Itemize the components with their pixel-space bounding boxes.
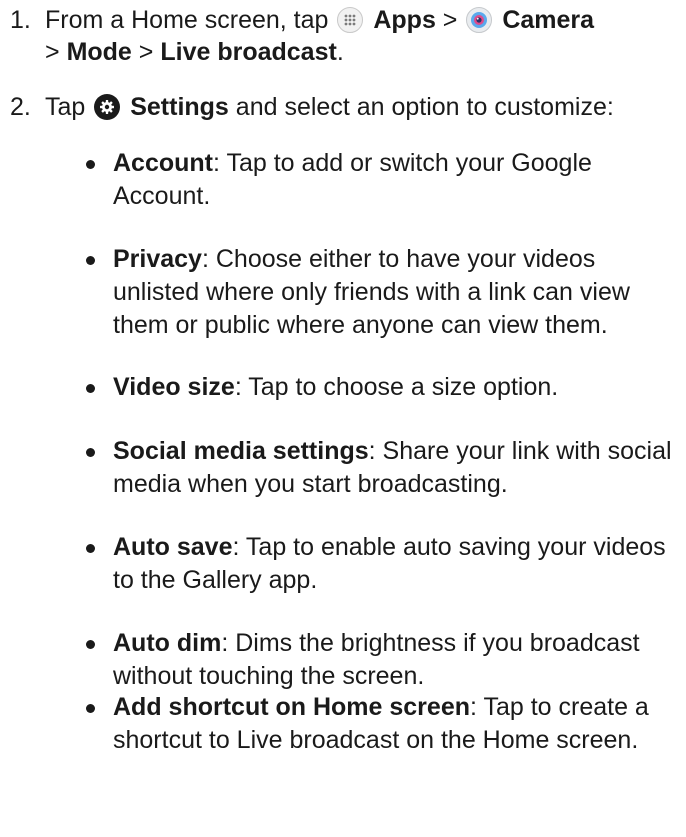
settings-label: Settings — [130, 93, 229, 121]
list-item: Account: Tap to add or switch your Googl… — [86, 147, 683, 213]
bullet-dot — [86, 160, 95, 169]
option-name: Auto dim — [113, 629, 222, 657]
option-name: Add shortcut on Home screen — [113, 693, 470, 721]
option-name: Social media settings — [113, 437, 369, 465]
option-name: Auto save — [113, 533, 233, 561]
list-item: Privacy: Choose either to have your vide… — [86, 243, 683, 342]
bullet-dot — [86, 704, 95, 713]
step-number: 1. — [10, 6, 31, 34]
step-2: 2. Tap Settings and select an option to … — [0, 91, 686, 123]
period: . — [336, 38, 344, 66]
option-description: : Tap to choose a size option. — [234, 373, 559, 401]
option-name: Privacy — [113, 245, 202, 273]
step-text: and select an option to customize: — [235, 93, 614, 121]
bullet-dot — [86, 448, 95, 457]
instructions-document: 1. From a Home screen, tap Apps > Camera… — [0, 0, 686, 754]
list-item: Auto save: Tap to enable auto saving you… — [86, 531, 683, 597]
step-1: 1. From a Home screen, tap Apps > Camera… — [0, 4, 686, 68]
list-item: Social media settings: Share your link w… — [86, 435, 683, 501]
live-broadcast-label: Live broadcast — [160, 38, 337, 66]
list-item: Add shortcut on Home screen: Tap to crea… — [86, 691, 683, 757]
apps-label: Apps — [373, 6, 436, 34]
camera-label: Camera — [502, 6, 595, 34]
step-text: From a Home screen, tap — [45, 6, 329, 34]
mode-label: Mode — [66, 38, 132, 66]
bullet-dot — [86, 256, 95, 265]
bullet-dot — [86, 544, 95, 553]
bullet-dot — [86, 384, 95, 393]
gear-icon — [94, 94, 121, 120]
separator: > — [45, 38, 60, 66]
option-name: Video size — [113, 373, 235, 401]
list-item: Video size: Tap to choose a size option. — [86, 371, 683, 404]
camera-icon — [466, 7, 493, 33]
bullet-dot — [86, 640, 95, 649]
step-number: 2. — [10, 93, 31, 121]
list-item: Auto dim: Dims the brightness if you bro… — [86, 627, 683, 693]
apps-icon — [337, 7, 364, 33]
step-text: Tap — [45, 93, 86, 121]
separator: > — [138, 38, 154, 66]
option-name: Account — [113, 149, 213, 177]
separator: > — [442, 6, 458, 34]
